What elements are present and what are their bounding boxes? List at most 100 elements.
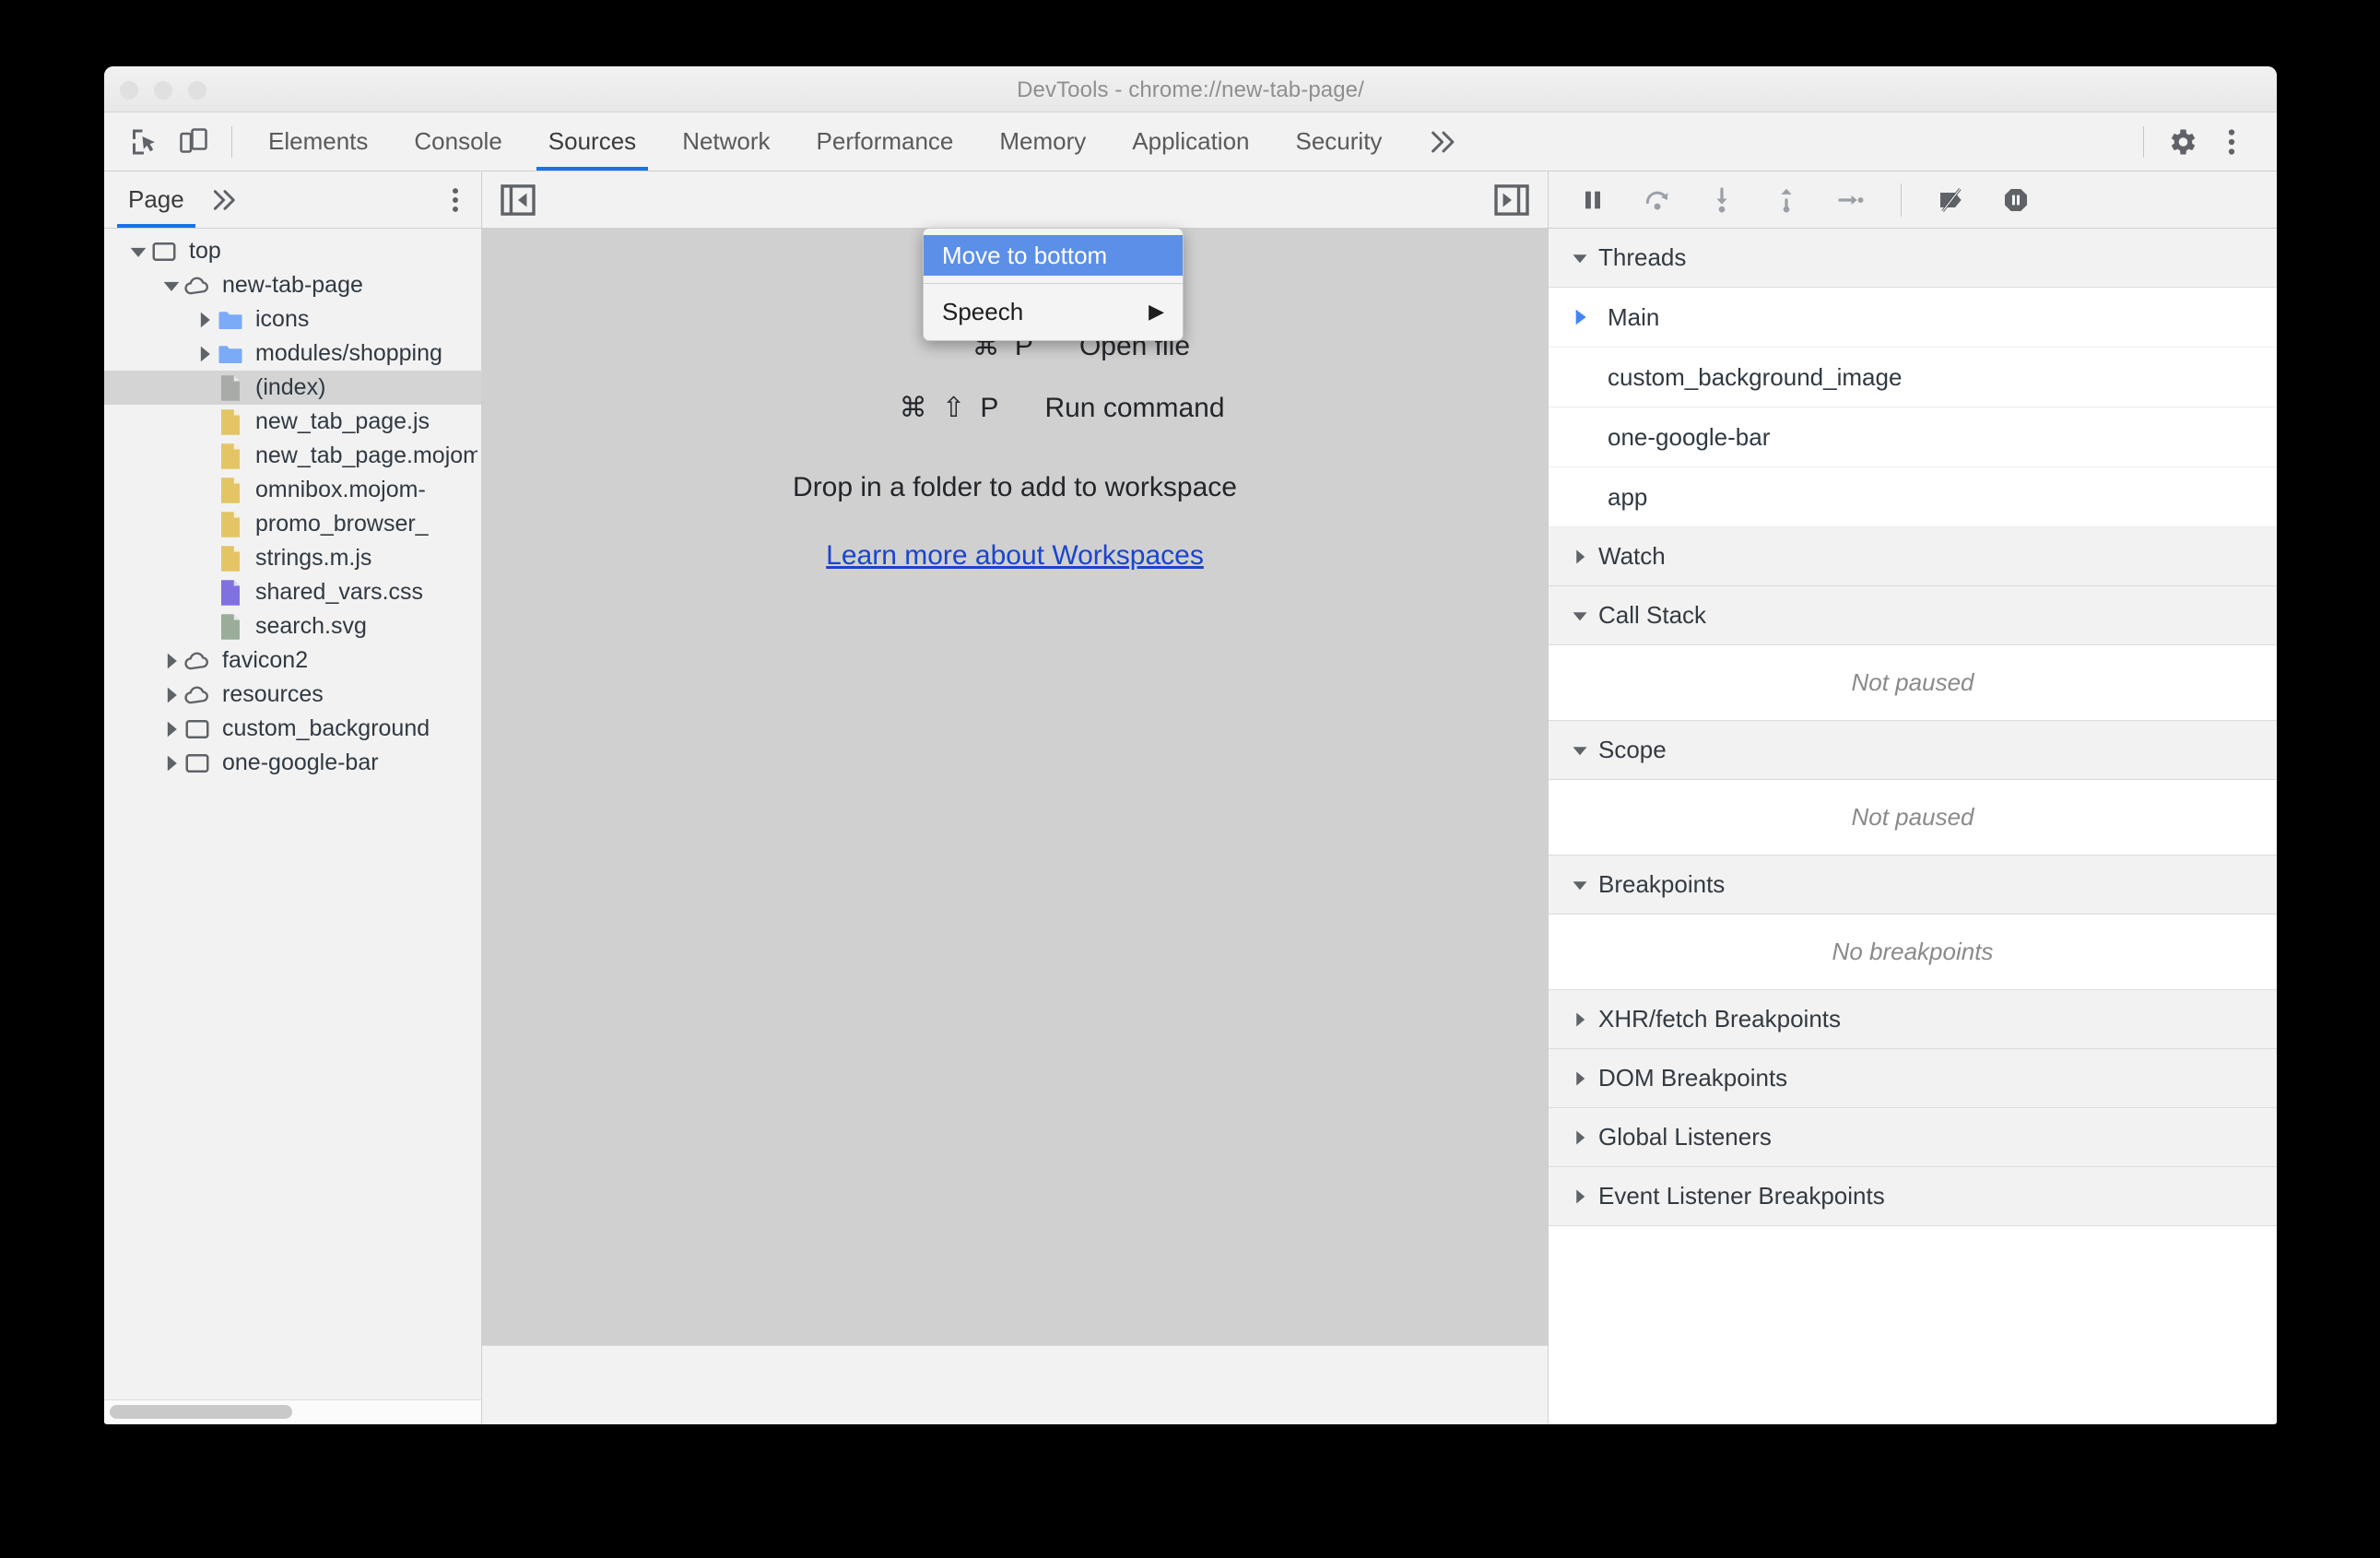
context-menu-item-speech[interactable]: Speech ▶ [924,291,1183,332]
toolbar-divider [231,125,232,158]
section-header-dom-breakpoints[interactable]: DOM Breakpoints [1549,1049,2277,1108]
tab-elements[interactable]: Elements [245,112,391,171]
section-header-event-listener-breakpoints[interactable]: Event Listener Breakpoints [1549,1167,2277,1226]
caret-right-icon [1567,1129,1593,1146]
tree-item[interactable]: new_tab_page.mojom [104,439,481,473]
tree-item[interactable]: search.svg [104,609,481,643]
step-over-icon[interactable] [1637,180,1678,220]
devtools-window: DevTools - chrome://new-tab-page/ Elemen… [104,66,2277,1424]
thread-row-app[interactable]: app [1549,467,2277,527]
pause-icon[interactable] [1573,180,1613,220]
section-header-global-listeners[interactable]: Global Listeners [1549,1108,2277,1167]
tree-item[interactable]: promo_browser_ [104,507,481,541]
file-tree[interactable]: top new-tab-page icons modules/shopping (ind… [104,229,481,1399]
caret-right-icon[interactable] [159,751,183,775]
tree-item[interactable]: custom_background [104,712,481,746]
caret-right-icon[interactable] [159,649,183,673]
caret-right-icon [1567,1188,1593,1205]
kebab-menu-icon[interactable] [2207,120,2256,164]
tree-item[interactable]: (index) [104,371,481,405]
thread-label: app [1608,482,1648,511]
window-title: DevTools - chrome://new-tab-page/ [1017,77,1364,102]
tree-item[interactable]: modules/shopping [104,336,481,371]
thread-label: custom_background_image [1608,362,1903,391]
thread-row-one-google-bar[interactable]: one-google-bar [1549,407,2277,467]
caret-right-icon[interactable] [159,717,183,741]
thread-row-custom-background-image[interactable]: custom_background_image [1549,348,2277,407]
panel-tabs: Elements Console Sources Network Perform… [245,112,1482,171]
tree-item[interactable]: resources [104,678,481,712]
step-out-icon[interactable] [1766,180,1807,220]
doc-svg-icon [217,613,244,641]
debugger-toolbar-divider [1901,183,1902,217]
doc-gray-icon [217,374,244,402]
tree-item-label: icons [255,306,310,332]
caret-down-icon[interactable] [126,240,150,264]
scope-empty-message: Not paused [1549,780,2277,856]
tab-strip-right-actions [2130,120,2277,164]
context-menu[interactable]: Move to bottom Speech ▶ [923,228,1184,341]
show-navigator-icon[interactable] [501,183,536,216]
navigator-horizontal-scrollbar[interactable] [104,1399,481,1423]
tab-performance[interactable]: Performance [794,112,977,171]
tree-item[interactable]: top [104,234,481,268]
caret-down-icon [1567,608,1593,624]
gear-icon[interactable] [2157,120,2207,164]
navigator-kebab-menu-icon[interactable] [430,171,481,228]
step-icon[interactable] [1831,180,1871,220]
context-menu-item-move-to-bottom[interactable]: Move to bottom [924,235,1183,276]
section-title: Watch [1598,542,1666,570]
device-toolbar-icon[interactable] [169,120,218,164]
section-header-scope[interactable]: Scope [1549,721,2277,780]
caret-down-icon [1567,250,1593,266]
folder-icon [217,306,244,334]
navigator-more-tabs-button[interactable] [195,171,254,228]
section-header-xhr-fetch-breakpoints[interactable]: XHR/fetch Breakpoints [1549,990,2277,1049]
tree-item-label: resources [222,681,324,707]
learn-more-workspaces-link[interactable]: Learn more about Workspaces [826,540,1204,572]
tree-item[interactable]: omnibox.mojom- [104,473,481,507]
tab-security[interactable]: Security [1273,112,1406,171]
tree-item[interactable]: shared_vars.css [104,575,481,609]
section-title: XHR/fetch Breakpoints [1598,1005,1842,1033]
section-header-threads[interactable]: Threads [1549,229,2277,288]
tree-item[interactable]: new_tab_page.js [104,405,481,439]
tab-sources[interactable]: Sources [525,112,659,171]
step-into-icon[interactable] [1702,180,1742,220]
caret-right-icon[interactable] [193,342,217,366]
section-title: Breakpoints [1598,870,1726,898]
caret-right-icon[interactable] [159,683,183,707]
navigator-pane: Page top new-tab-page icons modules/shop… [104,171,482,1423]
tree-item[interactable]: one-google-bar [104,746,481,780]
pause-on-exceptions-icon[interactable] [1996,180,2036,220]
section-header-breakpoints[interactable]: Breakpoints [1549,856,2277,915]
tree-item[interactable]: strings.m.js [104,541,481,575]
tab-memory[interactable]: Memory [976,112,1109,171]
thread-label: one-google-bar [1608,422,1771,451]
thread-row-main[interactable]: Main [1549,288,2277,348]
tree-item-label: promo_browser_ [255,511,429,537]
caret-down-icon[interactable] [159,274,183,298]
more-tabs-button[interactable] [1405,112,1482,171]
doc-css-icon [217,579,244,607]
tab-network[interactable]: Network [659,112,793,171]
tree-item-label: omnibox.mojom- [255,477,426,502]
tree-item[interactable]: favicon2 [104,643,481,678]
section-header-watch[interactable]: Watch [1549,527,2277,586]
tab-application[interactable]: Application [1109,112,1272,171]
tree-item[interactable]: icons [104,302,481,336]
navigator-tab-page[interactable]: Page [117,171,195,228]
editor-footer [482,1345,1548,1423]
tree-item-label: custom_background [222,715,430,741]
deactivate-breakpoints-icon[interactable] [1931,180,1972,220]
tree-item[interactable]: new-tab-page [104,268,481,302]
scrollbar-thumb[interactable] [110,1405,292,1419]
tab-label: Application [1132,127,1250,155]
chevron-double-right-icon [1428,130,1459,154]
show-debugger-icon[interactable] [1494,183,1529,216]
tab-console[interactable]: Console [391,112,524,171]
caret-right-icon[interactable] [193,308,217,332]
tree-item-label: new-tab-page [222,272,363,298]
inspect-cursor-icon[interactable] [119,120,169,164]
section-header-call-stack[interactable]: Call Stack [1549,586,2277,645]
